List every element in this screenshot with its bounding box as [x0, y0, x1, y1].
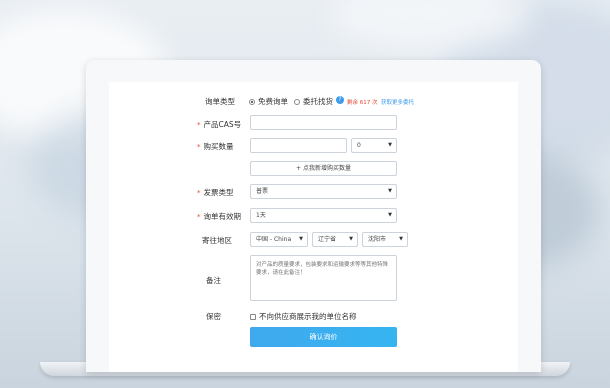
chevron-down-icon: ▼	[388, 212, 392, 218]
chevron-down-icon: ▼	[299, 236, 303, 242]
checkbox-icon	[250, 314, 256, 320]
laptop-frame: 询单类型 免费询单 委托找货 ? 剩余 617 次 获取更多委托 * 产品CAS号…	[86, 60, 541, 372]
remark-label: 备注	[206, 276, 221, 285]
get-more-link[interactable]: 获取更多委托	[381, 98, 414, 106]
confidential-checkbox[interactable]: 不向供应商展示我的单位名称	[250, 311, 357, 322]
chevron-down-icon: ▼	[388, 142, 392, 148]
add-quantity-button[interactable]: + 点我新增购买数量	[250, 161, 397, 176]
region-label: 寄往地区	[202, 236, 232, 245]
chevron-down-icon: ▼	[388, 188, 392, 194]
quantity-input[interactable]	[250, 138, 347, 153]
country-select[interactable]: 中国 - China ▼	[250, 232, 308, 247]
cas-input[interactable]	[250, 115, 397, 130]
inquiry-type-label: 询单类型	[205, 97, 235, 106]
validity-select[interactable]: 1天 ▼	[250, 208, 397, 223]
city-select[interactable]: 沈阳市 ▼	[362, 232, 408, 247]
remaining-count: 剩余 617 次	[347, 100, 378, 106]
chevron-down-icon: ▼	[399, 236, 403, 242]
province-select[interactable]: 辽宁省 ▼	[312, 232, 358, 247]
quantity-label: * 购买数量	[197, 142, 234, 151]
radio-icon	[249, 99, 255, 105]
submit-button[interactable]: 确认询价	[250, 327, 397, 347]
confidential-label: 保密	[206, 312, 221, 321]
inquiry-form: 询单类型 免费询单 委托找货 ? 剩余 617 次 获取更多委托 * 产品CAS号…	[109, 82, 518, 372]
radio-icon	[294, 99, 300, 105]
radio-entrust[interactable]: 委托找货	[294, 96, 333, 107]
radio-free-inquiry[interactable]: 免费询单	[249, 96, 288, 107]
quantity-unit-select[interactable]: 0 ▼	[351, 138, 397, 153]
chevron-down-icon: ▼	[349, 236, 353, 242]
help-icon[interactable]: ?	[336, 96, 344, 104]
remark-textarea[interactable]	[250, 255, 397, 301]
invoice-label: * 发票类型	[197, 188, 234, 197]
validity-label: * 询单有效期	[197, 212, 241, 221]
cas-label: * 产品CAS号	[197, 120, 242, 129]
invoice-select[interactable]: 普票 ▼	[250, 184, 397, 199]
